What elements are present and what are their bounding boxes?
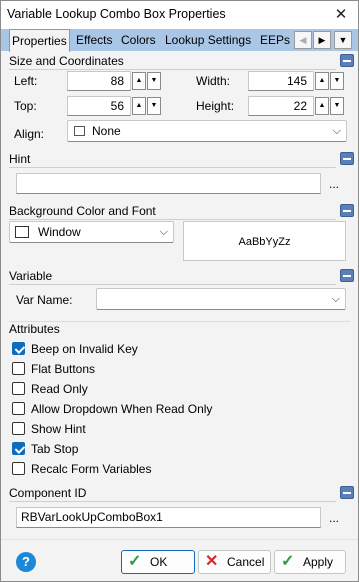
section-title: Component ID xyxy=(9,486,87,500)
section-hint: Hint xyxy=(9,152,354,168)
beep-invalid-key-label: Beep on Invalid Key xyxy=(31,342,138,356)
recalc-form-variables-checkbox[interactable] xyxy=(12,462,25,475)
left-input[interactable]: 88 xyxy=(67,71,131,91)
left-spin-down-icon[interactable]: ▼ xyxy=(147,72,161,90)
section-component-id: Component ID xyxy=(9,486,354,502)
tab-stop-label: Tab Stop xyxy=(31,442,79,456)
font-sample-text: AaBbYyZz xyxy=(238,236,291,248)
tab-lookup-settings[interactable]: Lookup Settings xyxy=(163,29,253,51)
collapse-icon[interactable] xyxy=(340,269,354,282)
component-id-input[interactable]: RBVarLookUpComboBox1 xyxy=(16,507,321,528)
section-title: Size and Coordinates xyxy=(9,54,124,68)
show-hint-checkbox[interactable] xyxy=(12,422,25,435)
window-title: Variable Lookup Combo Box Properties xyxy=(7,7,226,21)
top-spin-up-icon[interactable]: ▲ xyxy=(132,97,146,115)
title-bar: Variable Lookup Combo Box Properties ✕ xyxy=(1,1,358,29)
recalc-form-variables-label: Recalc Form Variables xyxy=(31,462,152,476)
help-icon[interactable]: ? xyxy=(16,552,36,572)
height-label: Height: xyxy=(196,99,235,113)
allow-dropdown-read-only-checkbox[interactable] xyxy=(12,402,25,415)
var-name-combo[interactable]: ⌵ xyxy=(96,288,346,310)
color-swatch xyxy=(15,226,29,238)
section-title: Variable xyxy=(9,269,53,283)
tab-effects[interactable]: Effects xyxy=(74,29,114,51)
chevron-down-icon: ⌵ xyxy=(159,226,168,238)
top-label: Top: xyxy=(14,99,37,113)
collapse-icon[interactable] xyxy=(340,204,354,217)
align-combo[interactable]: None ⌵ xyxy=(67,120,347,142)
background-color-value: Window xyxy=(38,225,81,239)
section-size-coordinates: Size and Coordinates xyxy=(9,54,354,70)
align-label: Align: xyxy=(14,127,45,141)
tab-scroll-left-icon[interactable]: ◀ xyxy=(294,31,312,49)
width-input[interactable]: 145 xyxy=(248,71,314,91)
tab-properties[interactable]: Properties xyxy=(9,29,70,52)
top-input[interactable]: 56 xyxy=(67,96,131,116)
section-title: Hint xyxy=(9,152,31,166)
section-variable: Variable xyxy=(9,269,354,285)
section-title: Background Color and Font xyxy=(9,204,156,218)
align-none-icon xyxy=(74,126,85,136)
left-spin-up-icon[interactable]: ▲ xyxy=(132,72,146,90)
hint-ellipsis-button[interactable]: ... xyxy=(327,175,341,195)
tab-stop-checkbox[interactable] xyxy=(12,442,25,455)
collapse-icon[interactable] xyxy=(340,54,354,67)
attributes-header: Attributes xyxy=(9,322,60,336)
top-spin-down-icon[interactable]: ▼ xyxy=(147,97,161,115)
left-label: Left: xyxy=(14,74,38,88)
beep-invalid-key-checkbox[interactable] xyxy=(12,342,25,355)
close-icon[interactable]: ✕ xyxy=(330,4,352,26)
font-sample[interactable]: AaBbYyZz xyxy=(183,221,346,261)
var-name-label: Var Name: xyxy=(16,293,73,307)
allow-dropdown-read-only-label: Allow Dropdown When Read Only xyxy=(31,402,213,416)
height-spin-up-icon[interactable]: ▲ xyxy=(315,97,329,115)
align-value: None xyxy=(92,124,121,138)
height-input[interactable]: 22 xyxy=(248,96,314,116)
height-spin-down-icon[interactable]: ▼ xyxy=(330,97,344,115)
apply-button[interactable]: ✓ Apply xyxy=(274,550,346,574)
tab-menu-icon[interactable]: ▼ xyxy=(334,31,352,49)
double-check-icon: ✓ xyxy=(281,553,295,570)
flat-buttons-checkbox[interactable] xyxy=(12,362,25,375)
hint-input[interactable] xyxy=(16,173,321,194)
tab-bar: Properties Effects Colors Lookup Setting… xyxy=(1,29,358,52)
properties-dialog: Variable Lookup Combo Box Properties ✕ P… xyxy=(0,0,359,582)
width-spin-down-icon[interactable]: ▼ xyxy=(330,72,344,90)
section-background: Background Color and Font xyxy=(9,204,354,220)
tab-scroll-right-icon[interactable]: ▶ xyxy=(313,31,331,49)
background-color-combo[interactable]: Window ⌵ xyxy=(9,221,174,243)
tab-eeps[interactable]: EEPs xyxy=(258,29,292,51)
chevron-down-icon: ⌵ xyxy=(331,293,340,305)
collapse-icon[interactable] xyxy=(340,486,354,499)
x-icon: ✕ xyxy=(205,553,219,570)
ok-button[interactable]: ✓ OK xyxy=(121,550,195,574)
show-hint-label: Show Hint xyxy=(31,422,86,436)
read-only-label: Read Only xyxy=(31,382,88,396)
check-icon: ✓ xyxy=(128,553,142,570)
cancel-button[interactable]: ✕ Cancel xyxy=(198,550,271,574)
chevron-down-icon: ⌵ xyxy=(332,125,341,137)
collapse-icon[interactable] xyxy=(340,152,354,165)
component-id-ellipsis-button[interactable]: ... xyxy=(327,509,341,529)
read-only-checkbox[interactable] xyxy=(12,382,25,395)
tab-colors[interactable]: Colors xyxy=(119,29,158,51)
width-spin-up-icon[interactable]: ▲ xyxy=(315,72,329,90)
flat-buttons-label: Flat Buttons xyxy=(31,362,96,376)
width-label: Width: xyxy=(196,74,231,88)
